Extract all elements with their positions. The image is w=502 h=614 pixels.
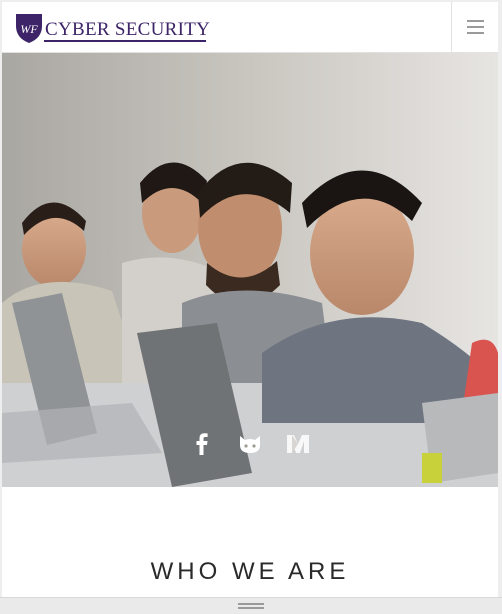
medium-link[interactable]: [285, 431, 311, 457]
svg-text:WF: WF: [20, 22, 38, 36]
medium-icon: [287, 435, 309, 453]
crest-icon: WF: [16, 14, 42, 43]
facebook-link[interactable]: [189, 431, 215, 457]
brand-underline: [44, 40, 207, 42]
hero-photo: [2, 53, 498, 487]
hamburger-icon-bar: [466, 26, 484, 28]
menu-button[interactable]: [451, 2, 498, 52]
social-links: [2, 431, 498, 457]
brand-logo[interactable]: WF CYBER SECURITY: [14, 12, 210, 44]
navbar: WF CYBER SECURITY: [2, 2, 498, 53]
hamburger-icon-bar: [466, 20, 484, 22]
hero-banner: [2, 53, 498, 487]
brand-name: CYBER SECURITY: [45, 19, 211, 40]
page: WF CYBER SECURITY WHO WE ARE: [2, 2, 498, 612]
github-link[interactable]: [237, 431, 263, 457]
section-title: WHO WE ARE: [150, 558, 350, 585]
bottom-bar: [0, 597, 502, 614]
hamburger-icon-bar: [466, 32, 484, 34]
facebook-icon: [196, 433, 208, 455]
github-icon: [240, 436, 260, 453]
drag-handle-icon[interactable]: [238, 603, 264, 611]
